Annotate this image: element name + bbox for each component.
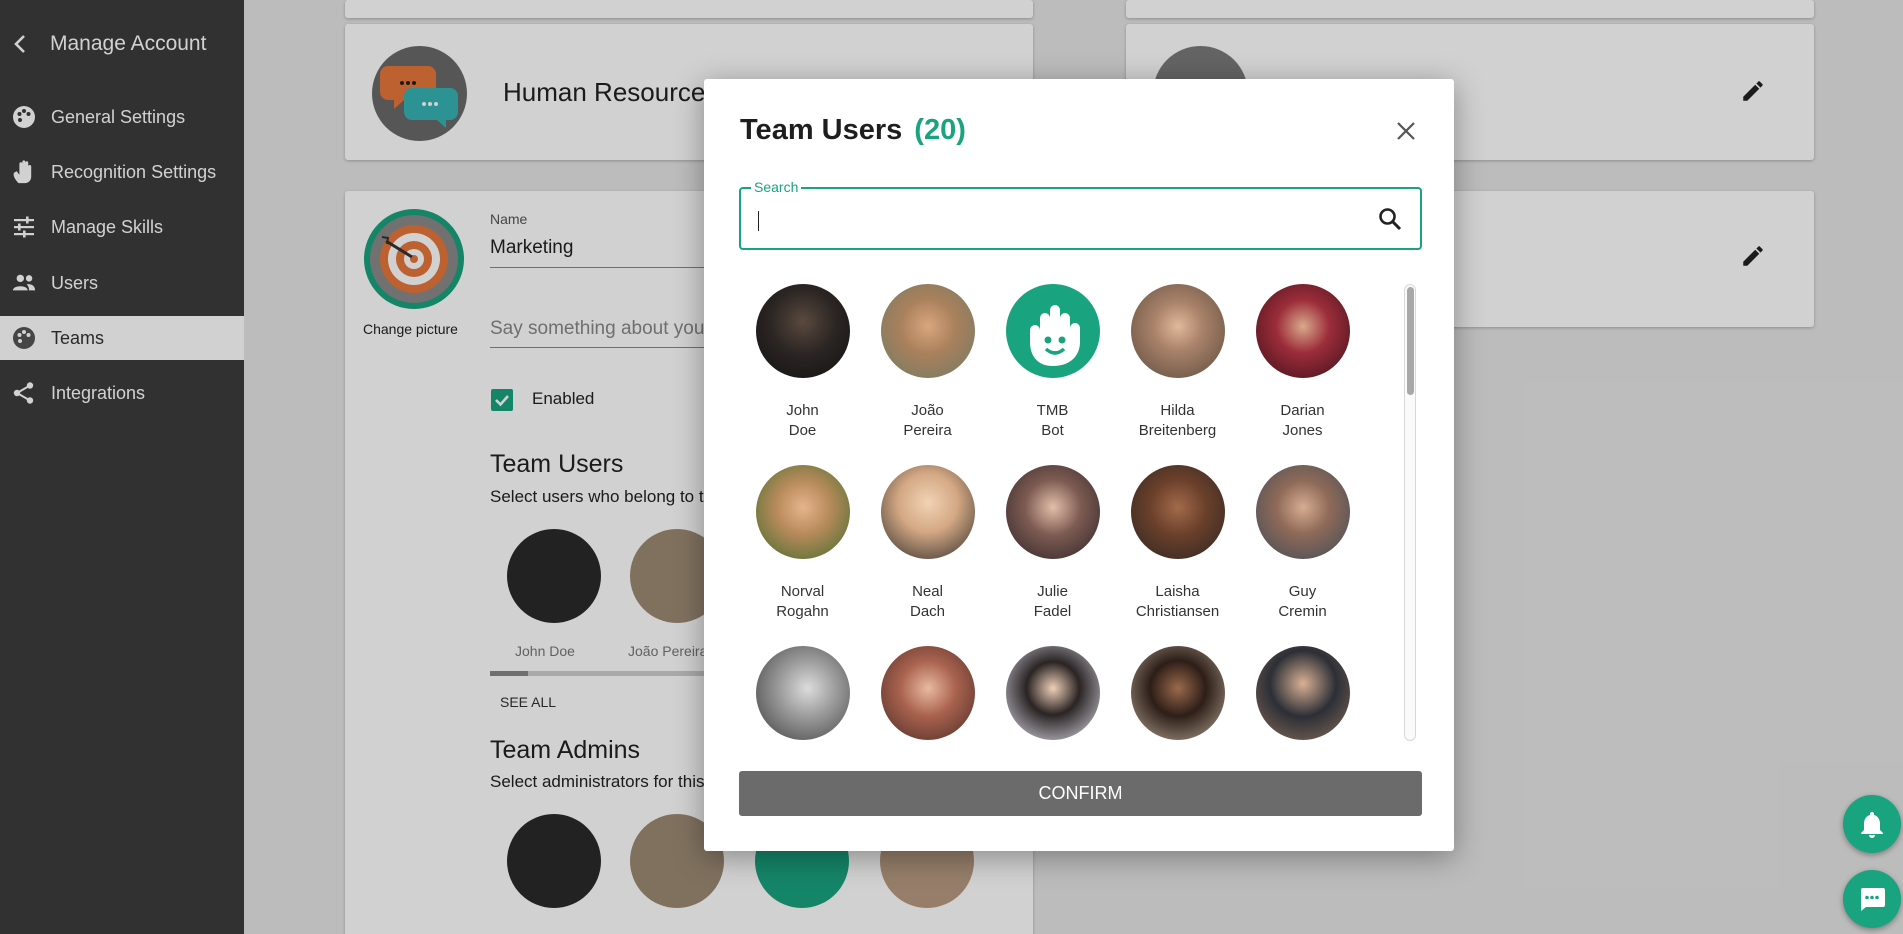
user-avatar xyxy=(755,465,850,559)
search-input[interactable] xyxy=(757,203,1357,235)
dialog-title-text: Team Users xyxy=(740,114,903,146)
user-avatar xyxy=(755,284,850,378)
user-option-john-doe[interactable]: John Doe xyxy=(740,284,865,441)
user-option-laisha-christiansen[interactable]: Laisha Christiansen xyxy=(1115,465,1240,622)
search-label: Search xyxy=(751,179,802,195)
user-avatar xyxy=(1255,646,1350,740)
user-avatar xyxy=(1255,284,1350,378)
scrollbar-thumb[interactable] xyxy=(1407,287,1414,395)
user-avatar xyxy=(1130,646,1225,740)
user-name: Hilda Breitenberg xyxy=(1138,402,1217,439)
user-avatar xyxy=(1130,465,1225,559)
user-grid: John Doe João Pereira TMB Bot Hilda Breitenb… xyxy=(740,284,1410,741)
user-name: Julie Fadel xyxy=(1033,583,1072,620)
user-name: John Doe xyxy=(786,402,819,439)
notifications-button[interactable] xyxy=(1843,795,1901,853)
text-caret xyxy=(758,211,759,231)
user-name: Darian Jones xyxy=(1280,402,1325,439)
confirm-button[interactable]: CONFIRM xyxy=(739,771,1422,816)
user-avatar xyxy=(1255,465,1350,559)
user-name: TMB Bot xyxy=(1036,402,1069,439)
user-avatar xyxy=(1005,284,1100,378)
user-avatar xyxy=(1005,465,1100,559)
user-option-guy-cremin[interactable]: Guy Cremin xyxy=(1240,465,1365,622)
user-name: Guy Cremin xyxy=(1278,583,1327,620)
user-option-norval-rogahn[interactable]: Norval Rogahn xyxy=(740,465,865,622)
user-grid-scrollbar[interactable] xyxy=(1404,284,1416,741)
search-icon[interactable] xyxy=(1376,205,1404,233)
user-option-darian-jones[interactable]: Darian Jones xyxy=(1240,284,1365,441)
chat-icon xyxy=(1861,888,1885,911)
chat-button[interactable] xyxy=(1843,870,1901,928)
user-avatar xyxy=(755,646,850,740)
user-avatar xyxy=(880,646,975,740)
user-option[interactable] xyxy=(865,646,990,741)
user-option[interactable] xyxy=(740,646,865,741)
user-option-joao-pereira[interactable]: João Pereira xyxy=(865,284,990,441)
user-option-julie-fadel[interactable]: Julie Fadel xyxy=(990,465,1115,622)
user-option-hilda-breitenberg[interactable]: Hilda Breitenberg xyxy=(1115,284,1240,441)
close-icon[interactable] xyxy=(1392,117,1420,145)
team-users-dialog: Team Users (20) Search John Doe João Pereir… xyxy=(704,79,1454,851)
user-option[interactable] xyxy=(1240,646,1365,741)
dialog-title: Team Users (20) xyxy=(740,114,966,147)
user-option-tmb-bot[interactable]: TMB Bot xyxy=(990,284,1115,441)
user-avatar xyxy=(1130,284,1225,378)
user-name: João Pereira xyxy=(903,402,952,439)
bell-icon xyxy=(1861,812,1883,838)
user-option[interactable] xyxy=(1115,646,1240,741)
user-avatar xyxy=(880,284,975,378)
user-count: (20) xyxy=(914,114,966,146)
user-option[interactable] xyxy=(990,646,1115,741)
user-name: Laisha Christiansen xyxy=(1135,583,1220,620)
user-option-neal-dach[interactable]: Neal Dach xyxy=(865,465,990,622)
search-field[interactable]: Search xyxy=(739,179,1422,250)
hand-icon xyxy=(1029,305,1080,366)
user-avatar xyxy=(880,465,975,559)
user-name: Neal Dach xyxy=(909,583,946,620)
user-avatar xyxy=(1005,646,1100,740)
user-name: Norval Rogahn xyxy=(776,583,829,620)
